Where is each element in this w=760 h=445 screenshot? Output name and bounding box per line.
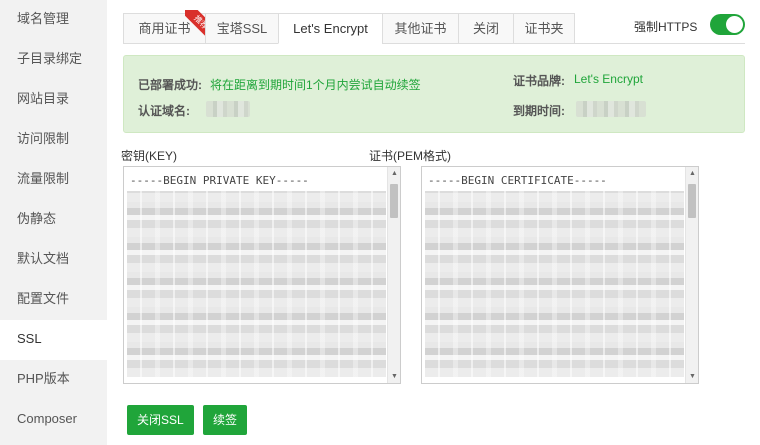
sidebar-item-subdir-binding[interactable]: 子目录绑定 (0, 40, 107, 80)
key-first-line: -----BEGIN PRIVATE KEY----- (130, 174, 309, 187)
cert-first-line: -----BEGIN CERTIFICATE----- (428, 174, 607, 187)
sidebar-item-access-limit[interactable]: 访问限制 (0, 120, 107, 160)
sidebar-item-composer[interactable]: Composer (0, 400, 107, 440)
cert-scrollbar[interactable]: ▲ ▼ (685, 167, 698, 383)
tab-label: 商用证书 (138, 21, 191, 36)
key-scrollbar[interactable]: ▲ ▼ (387, 167, 400, 383)
sidebar-item-php-version[interactable]: PHP版本 (0, 360, 107, 400)
scroll-thumb[interactable] (688, 184, 696, 218)
deployed-text: 将在距离到期时间1个月内尝试自动续签 (210, 78, 421, 92)
expire-value-redacted (576, 101, 646, 117)
sidebar-item-site-dir[interactable]: 网站目录 (0, 80, 107, 120)
scroll-up-icon[interactable]: ▲ (388, 167, 400, 180)
cert-info-box: 已部署成功: 将在距离到期时间1个月内尝试自动续签 证书品牌: Let's En… (123, 55, 745, 133)
key-textarea[interactable]: -----BEGIN PRIVATE KEY----- ▲ ▼ (123, 166, 401, 384)
tab-label: 其他证书 (394, 21, 447, 36)
sidebar: 域名管理 子目录绑定 网站目录 访问限制 流量限制 伪静态 默认文档 配置文件 … (0, 0, 107, 445)
tab-commercial-cert[interactable]: 商用证书 推荐 (123, 10, 215, 44)
tab-bt-ssl[interactable]: 宝塔SSL (205, 13, 278, 44)
sidebar-item-traffic-limit[interactable]: 流量限制 (0, 160, 107, 200)
force-https-toggle[interactable] (710, 14, 745, 35)
scroll-down-icon[interactable]: ▼ (388, 370, 400, 383)
key-label: 密钥(KEY) (121, 149, 178, 163)
deployed-label: 已部署成功: (138, 78, 202, 92)
domain-label: 认证域名: (138, 104, 190, 118)
cert-content-redacted (425, 191, 684, 377)
tab-label: Let's Encrypt (293, 21, 368, 36)
cert-textarea[interactable]: -----BEGIN CERTIFICATE----- ▲ ▼ (421, 166, 699, 384)
sidebar-item-default-doc[interactable]: 默认文档 (0, 240, 107, 280)
tab-other-cert[interactable]: 其他证书 (382, 13, 458, 44)
brand-label: 证书品牌: (513, 74, 565, 88)
domain-value-redacted (206, 101, 250, 117)
scroll-thumb[interactable] (390, 184, 398, 218)
sidebar-item-ssl[interactable]: SSL (0, 320, 107, 360)
expire-label: 到期时间: (513, 104, 565, 118)
tab-label: 关闭 (472, 21, 499, 36)
brand-value: Let's Encrypt (574, 72, 643, 86)
tab-lets-encrypt[interactable]: Let's Encrypt (278, 13, 382, 44)
tab-cert-folder[interactable]: 证书夹 (513, 13, 575, 44)
scroll-down-icon[interactable]: ▼ (686, 370, 698, 383)
sidebar-item-config-file[interactable]: 配置文件 (0, 280, 107, 320)
tab-label: 宝塔SSL (216, 21, 268, 36)
tab-label: 证书夹 (524, 21, 564, 36)
key-content-redacted (127, 191, 386, 377)
sidebar-item-domain[interactable]: 域名管理 (0, 0, 107, 40)
toggle-knob (726, 16, 743, 33)
ssl-tabs: 商用证书 推荐 宝塔SSL Let's Encrypt 其他证书 关闭 证书夹 (123, 10, 575, 44)
force-https-label: 强制HTTPS (634, 20, 698, 34)
scroll-up-icon[interactable]: ▲ (686, 167, 698, 180)
renew-button[interactable]: 续签 (203, 405, 248, 435)
cert-label: 证书(PEM格式) (369, 149, 451, 163)
close-ssl-button[interactable]: 关闭SSL (127, 405, 194, 435)
tab-close[interactable]: 关闭 (458, 13, 513, 44)
sidebar-item-rewrite[interactable]: 伪静态 (0, 200, 107, 240)
